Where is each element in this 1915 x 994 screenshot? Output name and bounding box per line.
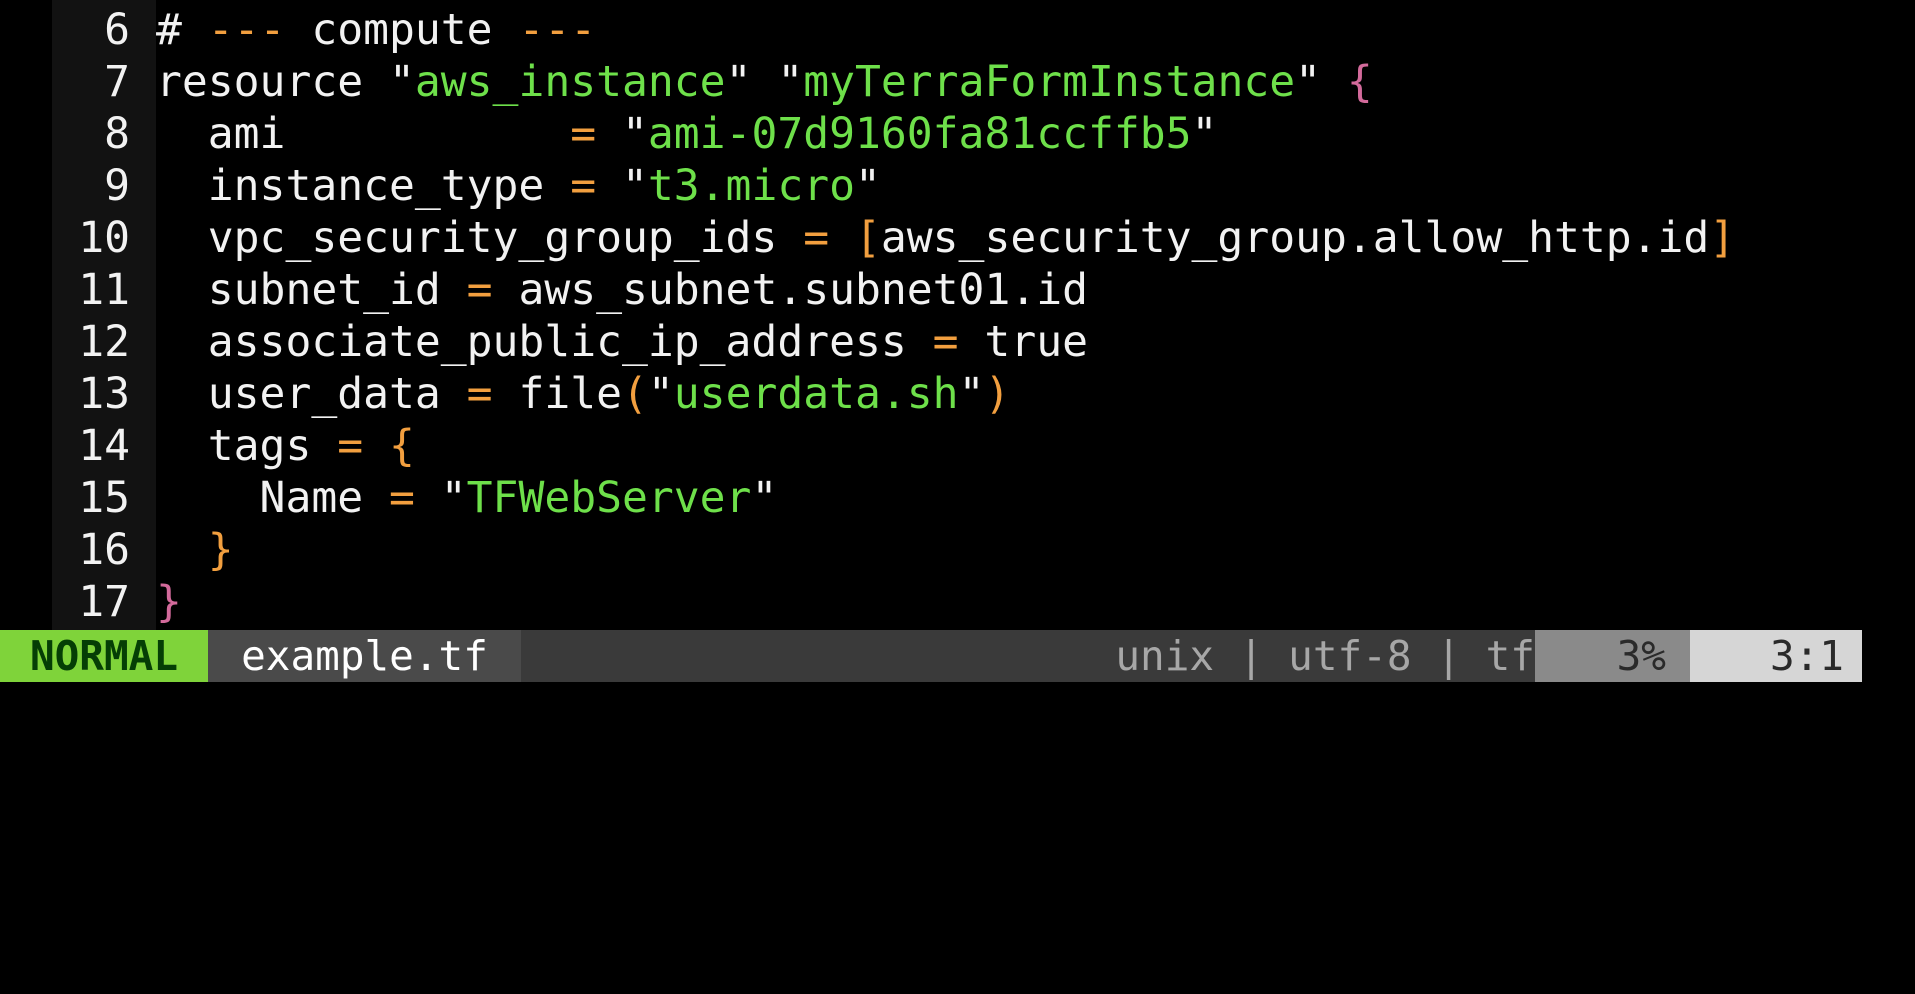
- code-token: ami-07d9160fa81ccffb5: [647, 109, 1192, 159]
- code-token: aws_subnet.subnet01.id: [492, 265, 1088, 315]
- code-line[interactable]: 7 resource "aws_instance" "myTerraFormIns…: [0, 56, 1915, 108]
- code-text[interactable]: tags = {: [156, 420, 415, 472]
- scroll-percent-label: 3%: [1616, 632, 1666, 680]
- code-line[interactable]: 8 ami = "ami-07d9160fa81ccffb5": [0, 108, 1915, 160]
- line-number: 13: [78, 369, 130, 419]
- code-token: ---: [207, 5, 286, 55]
- code-token: tags: [156, 421, 338, 471]
- code-text[interactable]: }: [156, 576, 182, 628]
- code-token: =: [570, 109, 597, 159]
- code-token: ": [596, 161, 648, 211]
- code-token: ): [984, 369, 1011, 419]
- line-number: 15: [78, 473, 130, 523]
- code-token: compute: [285, 5, 519, 55]
- code-text[interactable]: resource "aws_instance" "myTerraFormInst…: [156, 56, 1373, 108]
- code-token: #: [156, 5, 208, 55]
- code-text[interactable]: Name = "TFWebServer": [156, 472, 778, 524]
- scroll-percent: 3%: [1535, 630, 1690, 682]
- code-text[interactable]: vpc_security_group_ids = [aws_security_g…: [156, 212, 1735, 264]
- code-token: ": [1295, 57, 1347, 107]
- code-token: {: [389, 421, 415, 471]
- code-text[interactable]: # --- compute ---: [156, 4, 596, 56]
- code-line[interactable]: 13 user_data = file("userdata.sh"): [0, 368, 1915, 420]
- code-line[interactable]: 14 tags = {: [0, 420, 1915, 472]
- file-format-info: unix | utf-8 | tf: [1115, 632, 1535, 680]
- line-number: 14: [78, 421, 130, 471]
- code-text[interactable]: associate_public_ip_address = true: [156, 316, 1088, 368]
- code-token: {: [1346, 57, 1373, 107]
- code-token: aws_instance: [414, 57, 726, 107]
- code-line[interactable]: 15 Name = "TFWebServer": [0, 472, 1915, 524]
- code-token: associate_public_ip_address: [156, 317, 933, 367]
- line-number: 11: [78, 265, 130, 315]
- code-token: (: [622, 369, 648, 419]
- line-number: 17: [78, 577, 130, 627]
- status-line: NORMAL example.tf unix | utf-8 | tf 3% 3…: [0, 630, 1915, 682]
- code-token: user_data: [156, 369, 467, 419]
- line-number: 6: [104, 5, 130, 55]
- code-token: instance_type: [156, 161, 571, 211]
- code-token: =: [932, 317, 959, 367]
- code-token: ": [751, 473, 778, 523]
- code-token: ---: [518, 5, 597, 55]
- code-text[interactable]: instance_type = "t3.micro": [156, 160, 881, 212]
- code-text[interactable]: }: [156, 524, 234, 576]
- code-token: TFWebServer: [466, 473, 752, 523]
- code-line[interactable]: 9 instance_type = "t3.micro": [0, 160, 1915, 212]
- code-line[interactable]: 16 }: [0, 524, 1915, 576]
- code-token: }: [156, 577, 182, 627]
- line-number: 9: [104, 161, 130, 211]
- editor-pane[interactable]: 6 # --- compute --- 7 resource "aws_instanc…: [0, 0, 1915, 630]
- code-line[interactable]: 17}: [0, 576, 1915, 628]
- code-token: =: [570, 161, 597, 211]
- code-token: Name: [156, 473, 389, 523]
- line-number: 16: [78, 525, 130, 575]
- code-line[interactable]: 10 vpc_security_group_ids = [aws_securit…: [0, 212, 1915, 264]
- code-token: =: [466, 369, 493, 419]
- code-token: myTerraFormInstance: [803, 57, 1296, 107]
- code-line[interactable]: 6 # --- compute ---: [0, 4, 1915, 56]
- code-token: aws_security_group.allow_http.id: [880, 213, 1710, 263]
- code-token: true: [958, 317, 1088, 367]
- cursor-position: 3:1: [1690, 630, 1862, 682]
- code-token: subnet_id: [156, 265, 467, 315]
- code-token: =: [803, 213, 830, 263]
- code-token: [: [855, 213, 881, 263]
- line-number: 7: [104, 57, 130, 107]
- code-token: ami: [156, 109, 571, 159]
- code-line[interactable]: 12 associate_public_ip_address = true: [0, 316, 1915, 368]
- code-token: ]: [1709, 213, 1736, 263]
- code-token: }: [207, 525, 234, 575]
- code-line[interactable]: 11 subnet_id = aws_subnet.subnet01.id: [0, 264, 1915, 316]
- code-token: " ": [725, 57, 804, 107]
- code-token: userdata.sh: [673, 369, 959, 419]
- code-text[interactable]: ami = "ami-07d9160fa81ccffb5": [156, 108, 1218, 160]
- code-text[interactable]: subnet_id = aws_subnet.subnet01.id: [156, 264, 1088, 316]
- code-token: =: [466, 265, 493, 315]
- code-token: ": [414, 473, 467, 523]
- line-number: 12: [78, 317, 130, 367]
- code-token: =: [337, 421, 364, 471]
- code-token: =: [389, 473, 415, 523]
- line-number: 10: [78, 213, 130, 263]
- code-token: t3.micro: [647, 161, 855, 211]
- code-token: ": [958, 369, 985, 419]
- code-token: file: [492, 369, 623, 419]
- mode-indicator: NORMAL: [0, 630, 208, 682]
- code-token: ": [647, 369, 674, 419]
- code-token: ": [855, 161, 881, 211]
- code-text[interactable]: user_data = file("userdata.sh"): [156, 368, 1011, 420]
- line-number: 8: [104, 109, 130, 159]
- code-token: ": [596, 109, 648, 159]
- cursor-position-label: 3:1: [1769, 632, 1844, 680]
- code-token: vpc_security_group_ids: [156, 213, 804, 263]
- code-token: ": [1191, 109, 1218, 159]
- code-token: resource ": [156, 57, 415, 107]
- window-margin-right: [1862, 630, 1915, 682]
- filename-label: example.tf: [208, 630, 521, 682]
